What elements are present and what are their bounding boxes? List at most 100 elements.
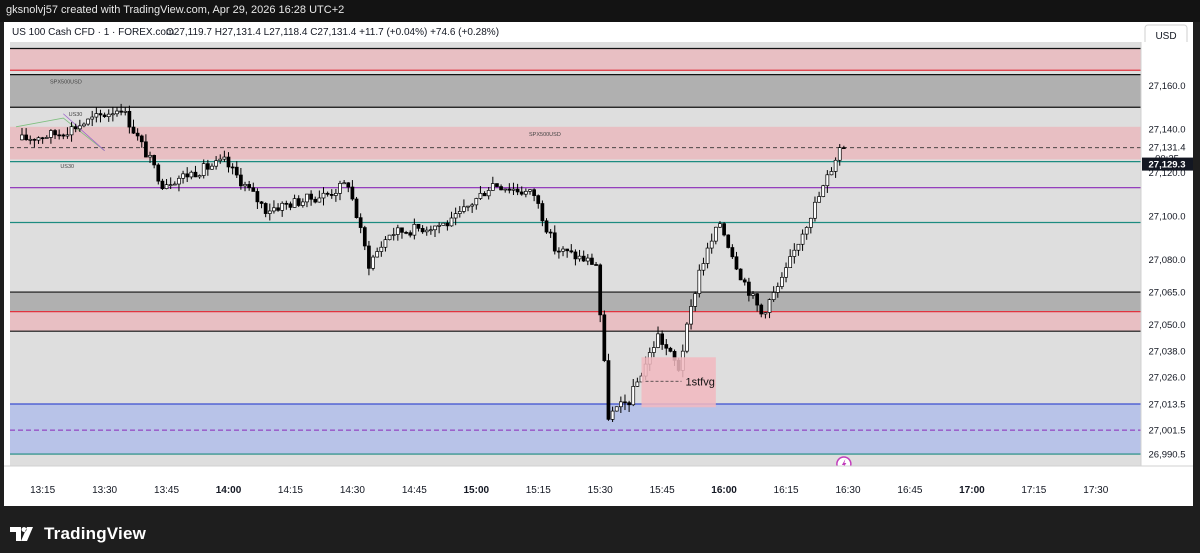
price-tick-label: 27,038.0	[1149, 346, 1186, 357]
candle-body	[350, 186, 355, 200]
candle-body	[49, 130, 53, 138]
candle-body	[792, 249, 797, 257]
candle-body	[156, 164, 161, 182]
candle-body	[408, 232, 413, 236]
price-tick-label: 27,160.0	[1149, 81, 1186, 92]
candle-body	[172, 183, 177, 186]
candle-body	[548, 231, 553, 234]
candle-body	[416, 223, 421, 229]
time-tick-label: 16:45	[897, 485, 922, 496]
candle-body	[197, 175, 202, 178]
candle-body	[106, 113, 111, 117]
time-tick-label: 14:15	[278, 485, 303, 496]
candle-body	[296, 198, 301, 206]
chart-panel[interactable]: US 100 Cash CFD · 1 · FOREX.com O27,119.7…	[4, 22, 1193, 506]
candle-body	[346, 182, 351, 188]
candle-body	[569, 250, 574, 253]
candle-body	[804, 227, 809, 235]
candle-body	[565, 248, 570, 252]
candle-body	[763, 312, 768, 315]
candle-body	[404, 232, 408, 234]
candle-body	[255, 191, 260, 203]
candle-body	[788, 256, 793, 269]
candle-body	[441, 222, 446, 226]
candle-body	[693, 293, 698, 307]
candlestick-chart[interactable]: US 100 Cash CFD · 1 · FOREX.comO27,119.7…	[4, 22, 1193, 506]
candle-body	[32, 138, 37, 141]
candle-body	[437, 224, 441, 227]
candle-body	[218, 158, 223, 162]
candle-body	[234, 166, 239, 176]
legend-symbol: US 100 Cash CFD · 1 · FOREX.com	[12, 27, 174, 38]
time-tick-label: 16:30	[835, 485, 860, 496]
candle-body	[102, 114, 107, 117]
candle-body	[276, 207, 280, 211]
candle-body	[131, 126, 136, 134]
candle-body	[722, 223, 726, 236]
candle-body	[160, 180, 165, 189]
fvg-label: 1stfvg	[686, 376, 715, 388]
currency-button-label: USD	[1155, 31, 1176, 42]
candle-body	[115, 110, 119, 115]
candle-body	[482, 193, 487, 197]
candle-body	[367, 245, 371, 269]
brand-name: TradingView	[44, 524, 147, 543]
tradingview-brand[interactable]: TradingView	[10, 524, 146, 544]
candle-body	[734, 256, 739, 270]
zone-gray	[10, 74, 1141, 108]
candle-body	[808, 217, 813, 228]
candle-body	[507, 188, 512, 191]
candle-body	[98, 113, 103, 116]
candle-body	[28, 138, 33, 141]
zone-blue	[10, 404, 1141, 455]
time-tick-label: 14:30	[340, 485, 365, 496]
time-tick-label: 13:30	[92, 485, 117, 496]
zone-red	[10, 311, 1141, 332]
time-tick-label: 13:15	[30, 485, 55, 496]
candle-body	[181, 173, 185, 179]
candle-body	[152, 155, 157, 166]
candle-body	[189, 171, 194, 178]
candle-body	[206, 163, 210, 170]
price-tick-label: 27,080.0	[1149, 255, 1186, 266]
candle-body	[478, 193, 483, 199]
candle-body	[387, 234, 392, 241]
time-tick-label: 17:00	[959, 485, 985, 496]
candle-body	[94, 113, 99, 118]
candle-body	[718, 223, 722, 228]
candle-body	[618, 401, 623, 408]
price-tick-label: 27,050.0	[1149, 320, 1186, 331]
candle-body	[127, 110, 132, 128]
candle-body	[69, 126, 74, 136]
candle-body	[552, 232, 557, 252]
candle-body	[664, 344, 669, 349]
candle-body	[775, 286, 780, 293]
candle-body	[321, 192, 326, 199]
candle-body	[210, 165, 214, 170]
candle-body	[689, 306, 693, 325]
candle-body	[247, 184, 251, 189]
candle-body	[837, 147, 842, 161]
candle-body	[44, 137, 49, 139]
candle-body	[230, 166, 235, 169]
top-bar: gksnolvj57 created with TradingView.com,…	[0, 0, 1200, 22]
candle-body	[813, 201, 817, 219]
candle-body	[259, 201, 264, 204]
candle-body	[524, 190, 528, 195]
candle-body	[738, 268, 743, 281]
candle-body	[751, 293, 755, 296]
candle-body	[499, 186, 503, 191]
candle-body	[486, 190, 491, 197]
candle-body	[239, 174, 243, 187]
candle-body	[581, 255, 586, 262]
candle-body	[495, 183, 499, 187]
candle-body	[313, 198, 318, 203]
candle-body	[701, 263, 706, 271]
candle-body	[825, 174, 830, 187]
candle-body	[168, 184, 173, 186]
candle-body	[780, 276, 784, 287]
candle-body	[784, 267, 788, 278]
candle-body	[713, 226, 718, 242]
candle-body	[338, 183, 342, 194]
footer-bar: TradingView	[0, 506, 1200, 553]
